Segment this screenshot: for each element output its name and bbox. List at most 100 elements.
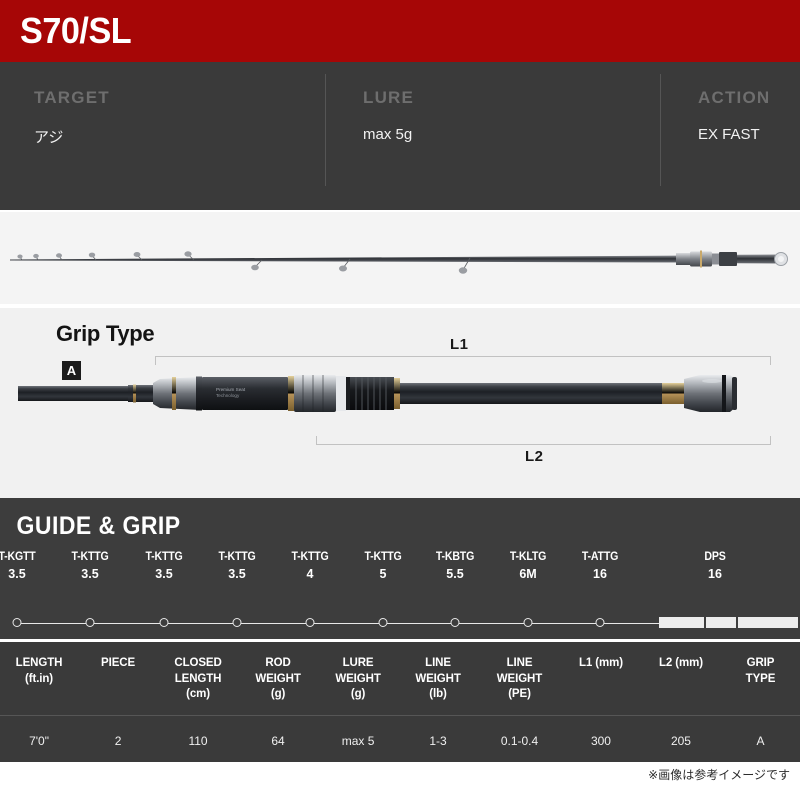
guide-item-4: T-KTTG 4 — [290, 551, 330, 581]
table-value-cell-0: 7'0" — [29, 733, 49, 748]
guide-grip-section: GUIDE & GRIP T-KGTT 3.5 T-KTTG 3.5 T-KTTG 3.5… — [0, 498, 800, 639]
header-line: WEIGHT — [255, 672, 301, 685]
table-header-cell-9: GRIP TYPE — [721, 656, 800, 703]
svg-text:Premium Seat: Premium Seat — [216, 387, 246, 392]
footer-note: ※画像は参考イメージです — [0, 761, 800, 790]
guide-dot-4 — [305, 618, 315, 627]
header-line: CLOSED — [174, 657, 222, 669]
guide-size: 5.5 — [446, 567, 464, 581]
guide-item-9: DPS 16 — [703, 551, 726, 581]
guide-size: 3.5 — [81, 567, 99, 581]
table-header-cell-4: LURE WEIGHT (g) — [318, 656, 398, 703]
header-line: (g) — [270, 688, 286, 701]
header-line: LENGTH — [15, 657, 63, 669]
grip-type-panel: Grip Type A L1 L2 Premium Seat Technolog… — [0, 308, 800, 498]
header-line: LINE — [425, 657, 451, 669]
table-header-cell-0: LENGTH (ft.in) — [0, 656, 78, 703]
guide-dot-8 — [595, 618, 605, 627]
spec-label-target: TARGET — [34, 88, 110, 107]
guide-item-8: T-ATTG 16 — [580, 551, 619, 581]
l1-dimension-bracket — [155, 356, 771, 365]
grip-bar-1 — [706, 617, 736, 628]
guide-name: T-ATTG — [581, 551, 619, 563]
header-line: LINE — [506, 657, 533, 669]
header-line: GRIP — [746, 657, 775, 669]
table-row: 7'0" 2 110 64 max 5 1-3 0.1-0.4 300 205 A — [0, 716, 800, 762]
svg-text:Technology: Technology — [216, 393, 240, 398]
spec-value-action: EX FAST — [698, 126, 760, 143]
guide-diagram — [0, 609, 800, 639]
header-line: PIECE — [101, 657, 136, 669]
guide-size: 5 — [379, 567, 387, 581]
guide-dot-1 — [85, 618, 95, 627]
guide-name: T-KLTG — [509, 551, 547, 563]
full-rod-illustration — [10, 250, 788, 274]
header-line: (g) — [350, 688, 366, 701]
table-header-cell-7: L1 (mm) — [561, 656, 641, 703]
spec-label-lure: LURE — [363, 88, 415, 107]
guide-size: 16 — [708, 567, 722, 581]
l2-dimension-bracket — [316, 436, 771, 445]
table-value-cell-5: 1-3 — [429, 733, 447, 748]
spec-value-lure: max 5g — [363, 126, 413, 143]
table-value-cell-7: 300 — [590, 733, 611, 748]
guide-item-6: T-KBTG 5.5 — [434, 551, 476, 581]
l2-dimension-label: L2 — [525, 448, 544, 465]
table-header-cell-3: ROD WEIGHT (g) — [238, 656, 318, 703]
spec-cell-action: ACTION EX FAST — [660, 62, 800, 210]
spec-strip: TARGET アジ LURE max 5g ACTION EX FAST — [0, 62, 800, 210]
guide-size: 3.5 — [155, 567, 173, 581]
table-value-cell-8: 205 — [670, 733, 691, 748]
guide-name: T-KTTG — [145, 551, 183, 563]
grip-bar-2 — [738, 617, 798, 628]
guide-item-1: T-KTTG 3.5 — [70, 551, 110, 581]
table-value-cell-6: 0.1-0.4 — [500, 733, 539, 748]
guide-item-2: T-KTTG 3.5 — [144, 551, 184, 581]
guide-axis-line — [17, 623, 662, 624]
footer-note-text: ※画像は参考イメージです — [648, 767, 790, 782]
table-header-row: LENGTH (ft.in) PIECE CLOSED LENGTH (cm) ROD WEI… — [0, 642, 800, 715]
guide-item-3: T-KTTG 3.5 — [217, 551, 257, 581]
guide-dot-2 — [159, 618, 169, 627]
header-line: (PE) — [508, 688, 531, 701]
product-spec-sheet: S70/SL TARGET アジ LURE max 5g ACTION EX F… — [0, 0, 800, 800]
table-value-cell-1: 2 — [114, 733, 122, 748]
grip-detail-illustration: Premium Seat Technology — [18, 375, 737, 412]
guide-name: T-KTTG — [71, 551, 109, 563]
guide-dot-5 — [378, 618, 388, 627]
table-value-cell-3: 64 — [271, 733, 285, 748]
header-line: (ft.in) — [25, 672, 54, 685]
model-name: S70/SL — [20, 10, 132, 51]
header-line: (lb) — [429, 688, 447, 701]
guide-grip-title: GUIDE & GRIP — [16, 512, 181, 540]
guide-item-5: T-KTTG 5 — [363, 551, 403, 581]
guide-dot-3 — [232, 618, 242, 627]
header-line: L1 (mm) — [578, 657, 623, 669]
header-line: LURE — [342, 657, 374, 669]
guide-name: T-KTTG — [291, 551, 329, 563]
header-line: L2 (mm) — [658, 657, 703, 669]
guide-size: 3.5 — [8, 567, 26, 581]
spec-label-action: ACTION — [698, 88, 771, 107]
guide-size: 6M — [519, 567, 537, 581]
table-header-cell-8: L2 (mm) — [641, 656, 721, 703]
guide-size: 16 — [593, 567, 607, 581]
guide-name: DPS — [704, 551, 726, 563]
table-value-cell-9: A — [756, 733, 765, 748]
guide-label-row: T-KGTT 3.5 T-KTTG 3.5 T-KTTG 3.5 T-KTTG 3.5 T-KT… — [0, 551, 800, 609]
title-bar: S70/SL — [0, 0, 800, 62]
spec-value-target: アジ — [34, 129, 64, 146]
full-rod-panel — [0, 212, 800, 304]
specification-table: LENGTH (ft.in) PIECE CLOSED LENGTH (cm) ROD WEI… — [0, 642, 800, 762]
guide-size: 3.5 — [228, 567, 246, 581]
table-value-cell-4: max 5 — [341, 733, 375, 748]
grip-bar-0 — [659, 617, 704, 628]
header-line: ROD — [265, 657, 291, 669]
table-header-cell-6: LINE WEIGHT (PE) — [478, 656, 561, 703]
spec-cell-target: TARGET アジ — [0, 62, 325, 210]
l1-dimension-label: L1 — [450, 336, 469, 353]
table-header-cell-2: CLOSED LENGTH (cm) — [158, 656, 238, 703]
header-line: TYPE — [745, 672, 776, 685]
table-value-cell-2: 110 — [188, 733, 208, 748]
guide-dot-7 — [523, 618, 533, 627]
